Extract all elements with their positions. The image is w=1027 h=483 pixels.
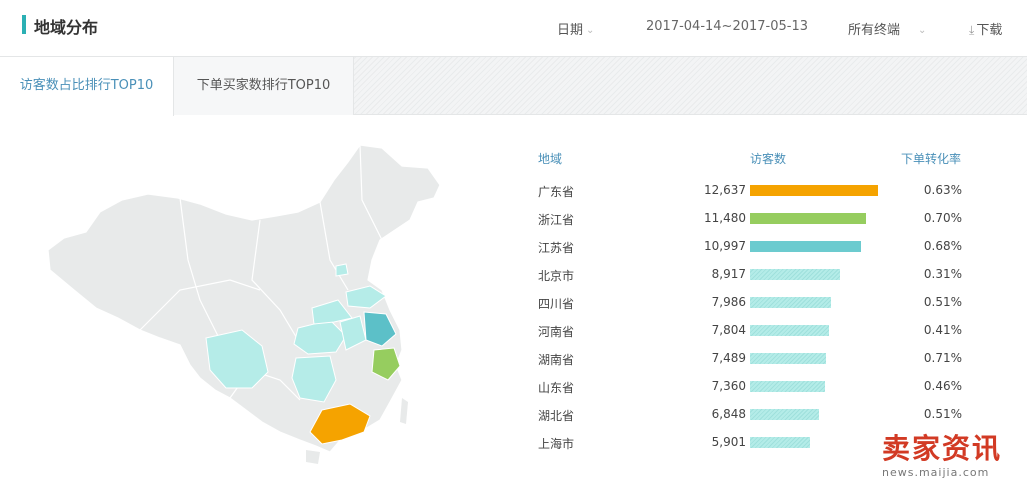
table-row: 江苏省 10,997 0.68% (538, 239, 978, 267)
table-row: 四川省 7,986 0.51% (538, 295, 978, 323)
table-row: 北京市 8,917 0.31% (538, 267, 978, 295)
region-name: 湖南省 (538, 353, 575, 367)
visitor-bar (750, 241, 861, 252)
col-header-region: 地域 (538, 152, 563, 166)
terminal-label: 所有终端 (848, 23, 901, 38)
region-name: 上海市 (538, 437, 575, 451)
visitor-bar (750, 297, 831, 308)
visitor-count: 11,480 (704, 211, 746, 225)
visitor-bar (750, 381, 825, 392)
conversion-rate: 0.71% (923, 351, 962, 365)
date-dropdown[interactable]: 日期 ⌄ (557, 19, 594, 38)
china-map (47, 144, 441, 464)
region-name: 河南省 (538, 325, 575, 339)
visitor-count: 6,848 (711, 407, 746, 421)
chevron-down-icon: ⌄ (586, 25, 595, 36)
table-row: 河南省 7,804 0.41% (538, 323, 978, 351)
visitor-count: 7,489 (711, 351, 746, 365)
visitor-bar (750, 409, 819, 420)
visitor-count: 12,637 (704, 183, 746, 197)
conversion-rate: 0.51% (923, 295, 962, 309)
visitor-bar (750, 353, 826, 364)
terminal-dropdown[interactable]: 所有终端 ⌄ (848, 19, 926, 38)
table-row: 浙江省 11,480 0.70% (538, 211, 978, 239)
visitor-bar (750, 269, 840, 280)
map-hainan (306, 450, 320, 464)
conversion-rate: 0.41% (923, 323, 962, 337)
region-name: 江苏省 (538, 241, 575, 255)
region-name: 北京市 (538, 269, 575, 283)
watermark-title: 卖家资讯 (882, 432, 1003, 465)
tab-visitor-share-top10[interactable]: 访客数占比排行TOP10 (0, 57, 174, 116)
visitor-bar (750, 437, 810, 448)
table-row: 湖南省 7,489 0.71% (538, 351, 978, 379)
header: 地域分布 日期 ⌄ 2017-04-14~2017-05-13 所有终端 ⌄ ⤓ 下载 (0, 0, 1027, 56)
visitor-count: 5,901 (711, 435, 746, 449)
visitor-bar (750, 325, 829, 336)
download-label: 下载 (976, 23, 1003, 38)
table-row: 山东省 7,360 0.46% (538, 379, 978, 407)
visitor-count: 8,917 (711, 267, 746, 281)
table-row: 广东省 12,637 0.63% (538, 183, 978, 211)
page-title: 地域分布 (34, 18, 99, 37)
date-label: 日期 (557, 23, 584, 38)
download-icon: ⤓ (969, 23, 975, 37)
region-name: 四川省 (538, 297, 575, 311)
conversion-rate: 0.46% (923, 379, 962, 393)
visitor-count: 7,986 (711, 295, 746, 309)
region-name: 湖北省 (538, 409, 575, 423)
visitor-bar (750, 213, 866, 224)
col-header-conversion: 下单转化率 (901, 152, 962, 166)
map-taiwan (400, 398, 408, 424)
tab-strip: 访客数占比排行TOP10 下单买家数排行TOP10 (0, 56, 1027, 116)
chevron-down-icon: ⌄ (918, 25, 927, 36)
watermark: 卖家资讯 news.maijia.com (882, 432, 1003, 480)
visitor-bar (750, 185, 878, 196)
region-name: 浙江省 (538, 213, 575, 227)
region-name: 山东省 (538, 381, 575, 395)
conversion-rate: 0.70% (923, 211, 962, 225)
map-beijing (335, 263, 349, 277)
region-name: 广东省 (538, 185, 575, 199)
conversion-rate: 0.68% (923, 239, 962, 253)
table-row: 湖北省 6,848 0.51% (538, 407, 978, 435)
visitor-count: 7,360 (711, 379, 746, 393)
conversion-rate: 0.63% (923, 183, 962, 197)
tab-buyer-count-top10[interactable]: 下单买家数排行TOP10 (174, 57, 354, 115)
download-button[interactable]: ⤓ 下载 (969, 19, 1002, 38)
title-accent-bar (22, 15, 26, 34)
conversion-rate: 0.51% (923, 407, 962, 421)
date-range-picker[interactable]: 2017-04-14~2017-05-13 (646, 19, 808, 34)
visitor-count: 7,804 (711, 323, 746, 337)
visitor-count: 10,997 (704, 239, 746, 253)
conversion-rate: 0.31% (923, 267, 962, 281)
col-header-visitors: 访客数 (750, 152, 787, 166)
watermark-url: news.maijia.com (882, 466, 990, 479)
